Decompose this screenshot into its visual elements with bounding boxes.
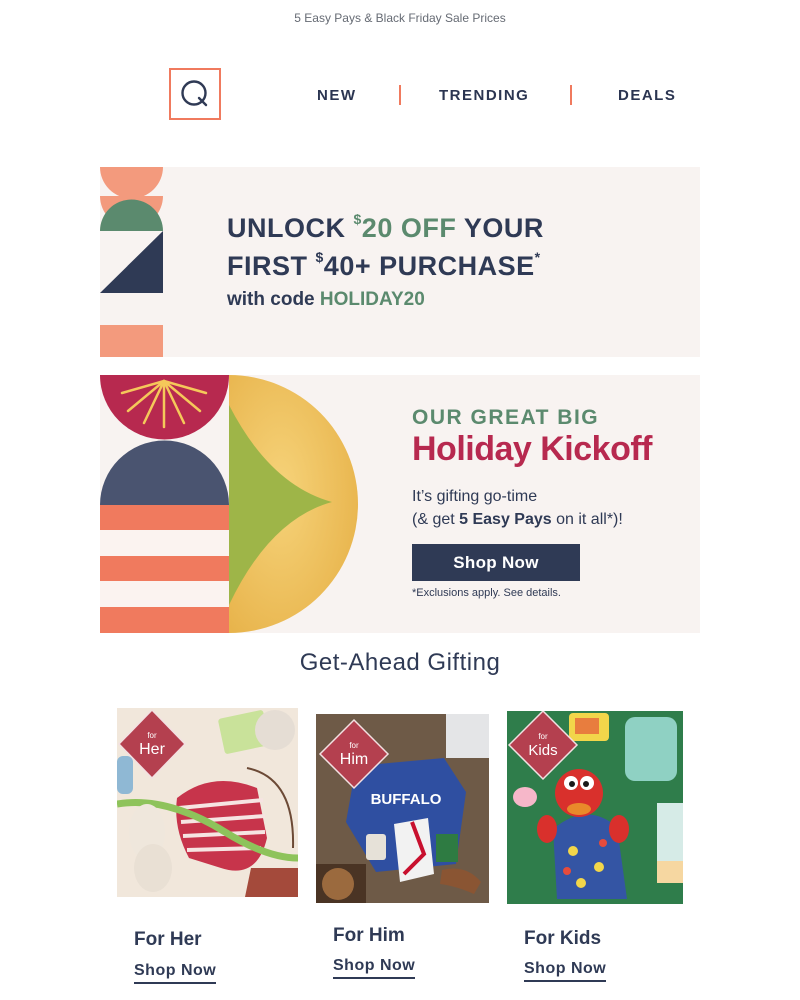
promo-code-banner[interactable]: UNLOCK $20 OFF YOUR FIRST $40+ PURCHASE*… [100,167,700,357]
nav-deals[interactable]: DEALS [618,87,676,104]
nav-new[interactable]: NEW [317,87,357,104]
preheader-text: 5 Easy Pays & Black Friday Sale Prices [294,11,506,25]
shop-now-him-link[interactable]: Shop Now [333,957,416,979]
holiday-ornament-graphic [100,375,358,633]
svg-text:BUFFALO: BUFFALO [371,791,442,808]
nav-divider [399,85,401,105]
holiday-eyebrow: OUR GREAT BIG [412,406,600,429]
q-logo-icon [181,80,208,107]
card-title-for-kids: For Kids [524,928,602,949]
for-her-product-image: for Her [117,708,298,897]
holiday-title: Holiday Kickoff [412,430,652,468]
section-title: Get-Ahead Gifting [299,649,501,676]
exclusions-disclaimer: *Exclusions apply. See details. [412,587,561,599]
for-kids-product-image: for Kids [507,711,683,904]
nav-divider [570,85,572,105]
badge-her-text: Her [139,741,165,758]
nav-trending[interactable]: TRENDING [439,87,529,104]
badge-for-text: for [147,731,157,740]
for-him-product-image: BUFFALO for Him [316,714,489,903]
geometric-shapes-decoration [100,167,163,357]
card-title-for-him: For Him [333,925,405,946]
badge-kids-text: Kids [528,742,557,759]
badge-for-text: for [349,741,359,750]
gift-tile-for-kids[interactable]: for Kids [507,711,683,904]
shop-now-kids-link[interactable]: Shop Now [524,960,607,982]
holiday-body: It’s gifting go-time (& get 5 Easy Pays … [412,488,623,528]
holiday-kickoff-banner[interactable]: OUR GREAT BIG Holiday Kickoff It’s gifti… [100,375,700,633]
gift-tile-for-her[interactable]: for Her [117,708,298,897]
badge-for-text: for [538,732,548,741]
promo-code-text: with code HOLIDAY20 [227,289,425,310]
shop-now-her-link[interactable]: Shop Now [134,962,217,984]
gift-tile-for-him[interactable]: BUFFALO for Him [316,714,489,903]
badge-him-text: Him [340,751,368,768]
brand-logo[interactable] [169,68,221,120]
promo-headline-line2: FIRST $40+ PURCHASE* [227,249,541,281]
card-title-for-her: For Her [134,929,202,950]
promo-headline-line1: UNLOCK $20 OFF YOUR [227,211,544,243]
promo-code: HOLIDAY20 [319,289,425,310]
shop-now-button[interactable]: Shop Now [412,544,580,581]
